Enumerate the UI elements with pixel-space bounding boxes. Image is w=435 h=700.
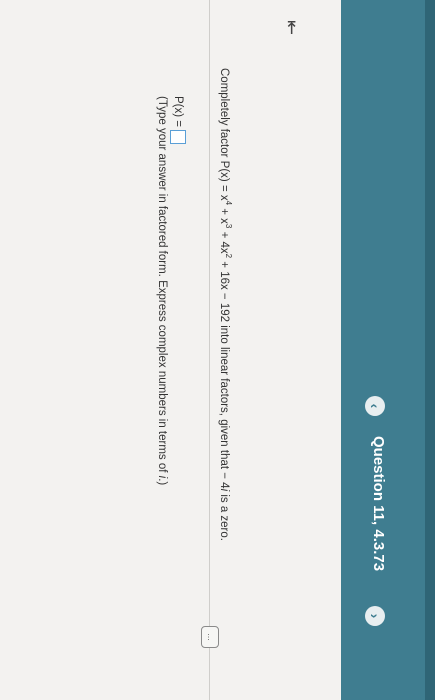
question-content: ⇤ Completely factor P(x) = x4 + x3 + 4x2… — [0, 0, 341, 700]
problem-text-part: Completely factor P(x) = x — [218, 68, 231, 201]
question-title: Question 11, 4.3.73 — [370, 436, 387, 572]
problem-text-part: is a zero. — [218, 491, 231, 541]
instruction-text: .) — [156, 478, 168, 486]
answer-row: P(x) = — [170, 96, 186, 144]
collapse-left-icon[interactable]: ⇤ — [282, 20, 302, 35]
problem-text-part: + 4x — [218, 228, 231, 254]
divider — [209, 0, 210, 700]
instruction-text: (Type your answer in factored form. Expr… — [156, 96, 168, 476]
answer-instruction: (Type your answer in factored form. Expr… — [156, 96, 168, 485]
answer-input[interactable] — [170, 130, 186, 144]
problem-text-part: + 16x − 192 into linear factors, given t… — [218, 258, 231, 489]
app-stage: ‹ Question 11, 4.3.73 › ⇤ Completely fac… — [0, 0, 435, 700]
answer-label: P(x) = — [172, 96, 184, 127]
previous-question-button[interactable]: ‹ — [365, 396, 385, 416]
problem-statement: Completely factor P(x) = x4 + x3 + 4x2 +… — [218, 68, 233, 541]
problem-text-part: + x — [218, 205, 231, 224]
next-question-button[interactable]: › — [365, 606, 385, 626]
chevron-right-icon: › — [367, 613, 383, 619]
more-options-button[interactable]: ... — [201, 626, 219, 648]
top-strip — [425, 0, 435, 700]
chevron-left-icon: ‹ — [367, 403, 383, 409]
header-bar: ‹ Question 11, 4.3.73 › — [341, 0, 435, 700]
